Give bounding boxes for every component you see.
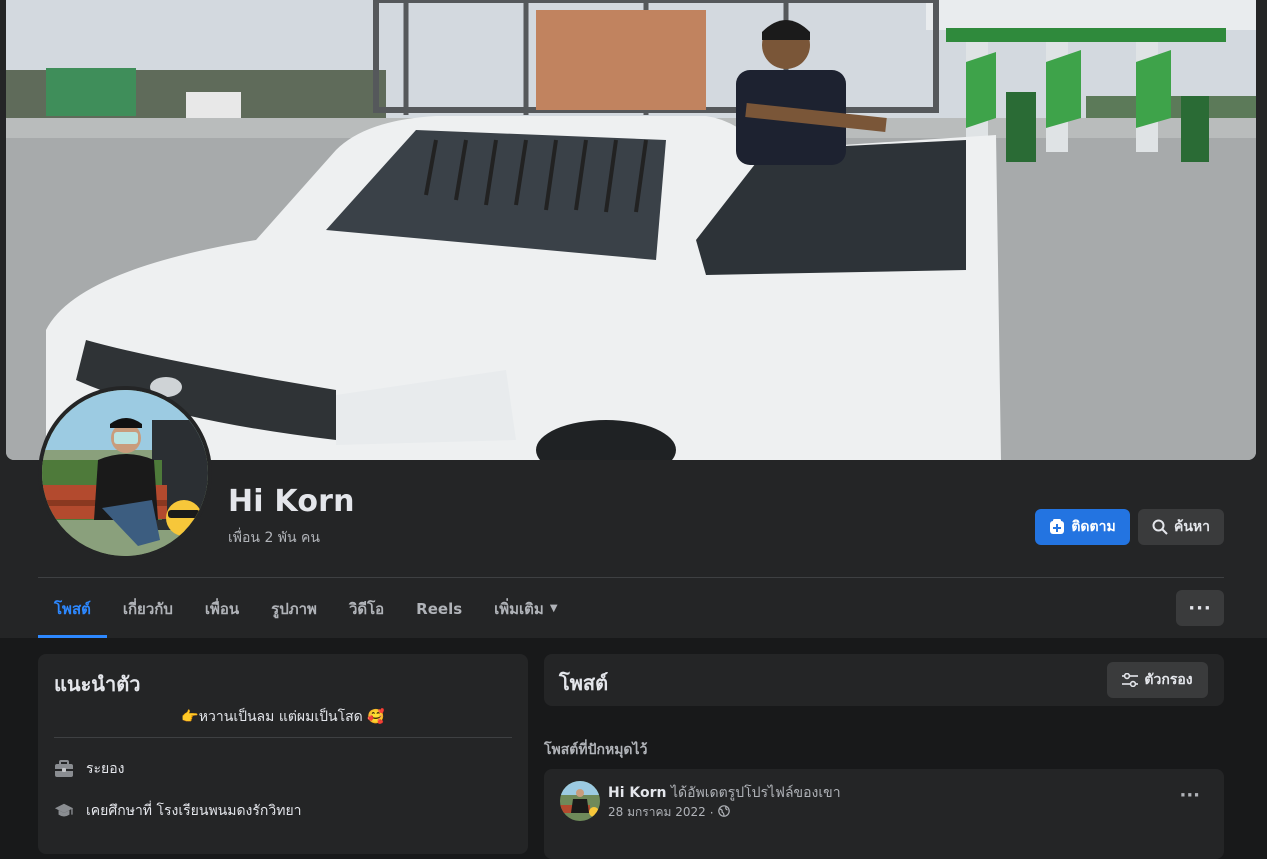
avatar-image [42,390,208,556]
tab-more[interactable]: เพิ่มเติม ▼ [478,579,573,638]
meta-separator: · [709,805,714,820]
intro-bio: 👉หวานเป็นลม แต่ผมเป็นโสด 🥰 [181,709,385,725]
cover-photo[interactable] [6,0,1256,460]
tab-friends[interactable]: เพื่อน [189,579,255,638]
profile-header: Hi Korn เพื่อน 2 พัน คน ติดตาม ค้นหา โพส… [0,0,1267,638]
caret-down-icon: ▼ [549,603,558,614]
filter-sliders-icon [1122,673,1139,687]
posts-title: โพสต์ [559,671,609,695]
tab-photos[interactable]: รูปภาพ [255,579,333,638]
posts-header: โพสต์ ตัวกรอง [544,654,1224,706]
search-label: ค้นหา [1173,519,1211,535]
briefcase-icon [54,759,74,779]
globe-icon [717,805,730,820]
header-divider [38,577,1224,578]
filter-label: ตัวกรอง [1144,672,1193,688]
post-more-button[interactable]: ··· [1179,785,1200,806]
post-author-avatar[interactable] [560,781,600,821]
intro-location: ระยอง [54,758,125,780]
tab-about[interactable]: เกี่ยวกับ [107,579,189,638]
profile-avatar[interactable] [38,386,212,560]
search-icon [1152,519,1168,535]
graduation-cap-icon [54,801,74,821]
follow-button[interactable]: ติดตาม [1035,509,1130,545]
post-author-line: Hi Korn ได้อัพเดตรูปโปรไฟล์ของเขา [608,782,841,804]
intro-divider [54,737,512,738]
post-author-name[interactable]: Hi Korn [608,785,666,801]
intro-card: แนะนำตัว 👉หวานเป็นลม แต่ผมเป็นโสด 🥰 ระยอ… [38,654,528,854]
intro-location-text: ระยอง [86,761,125,777]
pinned-posts-label: โพสต์ที่ปักหมุดไว้ [544,742,648,758]
tab-reels[interactable]: Reels [400,579,478,638]
follow-label: ติดตาม [1071,519,1116,535]
tab-posts[interactable]: โพสต์ [38,579,107,638]
profile-name: Hi Korn [228,484,355,519]
search-button[interactable]: ค้นหา [1138,509,1224,545]
intro-education: เคยศึกษาที่ โรงเรียนพนมดงรักวิทยา [54,800,302,822]
intro-education-text: เคยศึกษาที่ โรงเรียนพนมดงรักวิทยา [86,803,302,819]
filter-button[interactable]: ตัวกรอง [1107,662,1208,698]
friends-count[interactable]: เพื่อน 2 พัน คน [228,527,320,549]
post-card: Hi Korn ได้อัพเดตรูปโปรไฟล์ของเขา 28 มกร… [544,769,1224,859]
follow-icon [1050,519,1065,534]
more-dots-icon: ··· [1188,597,1212,619]
tab-videos[interactable]: วิดีโอ [333,579,400,638]
intro-title: แนะนำตัว [54,672,141,696]
profile-tabs: โพสต์ เกี่ยวกับ เพื่อน รูปภาพ วิดีโอ Ree… [38,579,574,638]
profile-more-button[interactable]: ··· [1176,590,1224,626]
more-dots-icon: ··· [1179,785,1200,806]
post-date[interactable]: 28 มกราคม 2022 [608,803,706,822]
post-meta: 28 มกราคม 2022 · [608,803,730,822]
cover-photo-image [6,0,1256,460]
post-action-text: ได้อัพเดตรูปโปรไฟล์ของเขา [670,785,841,801]
